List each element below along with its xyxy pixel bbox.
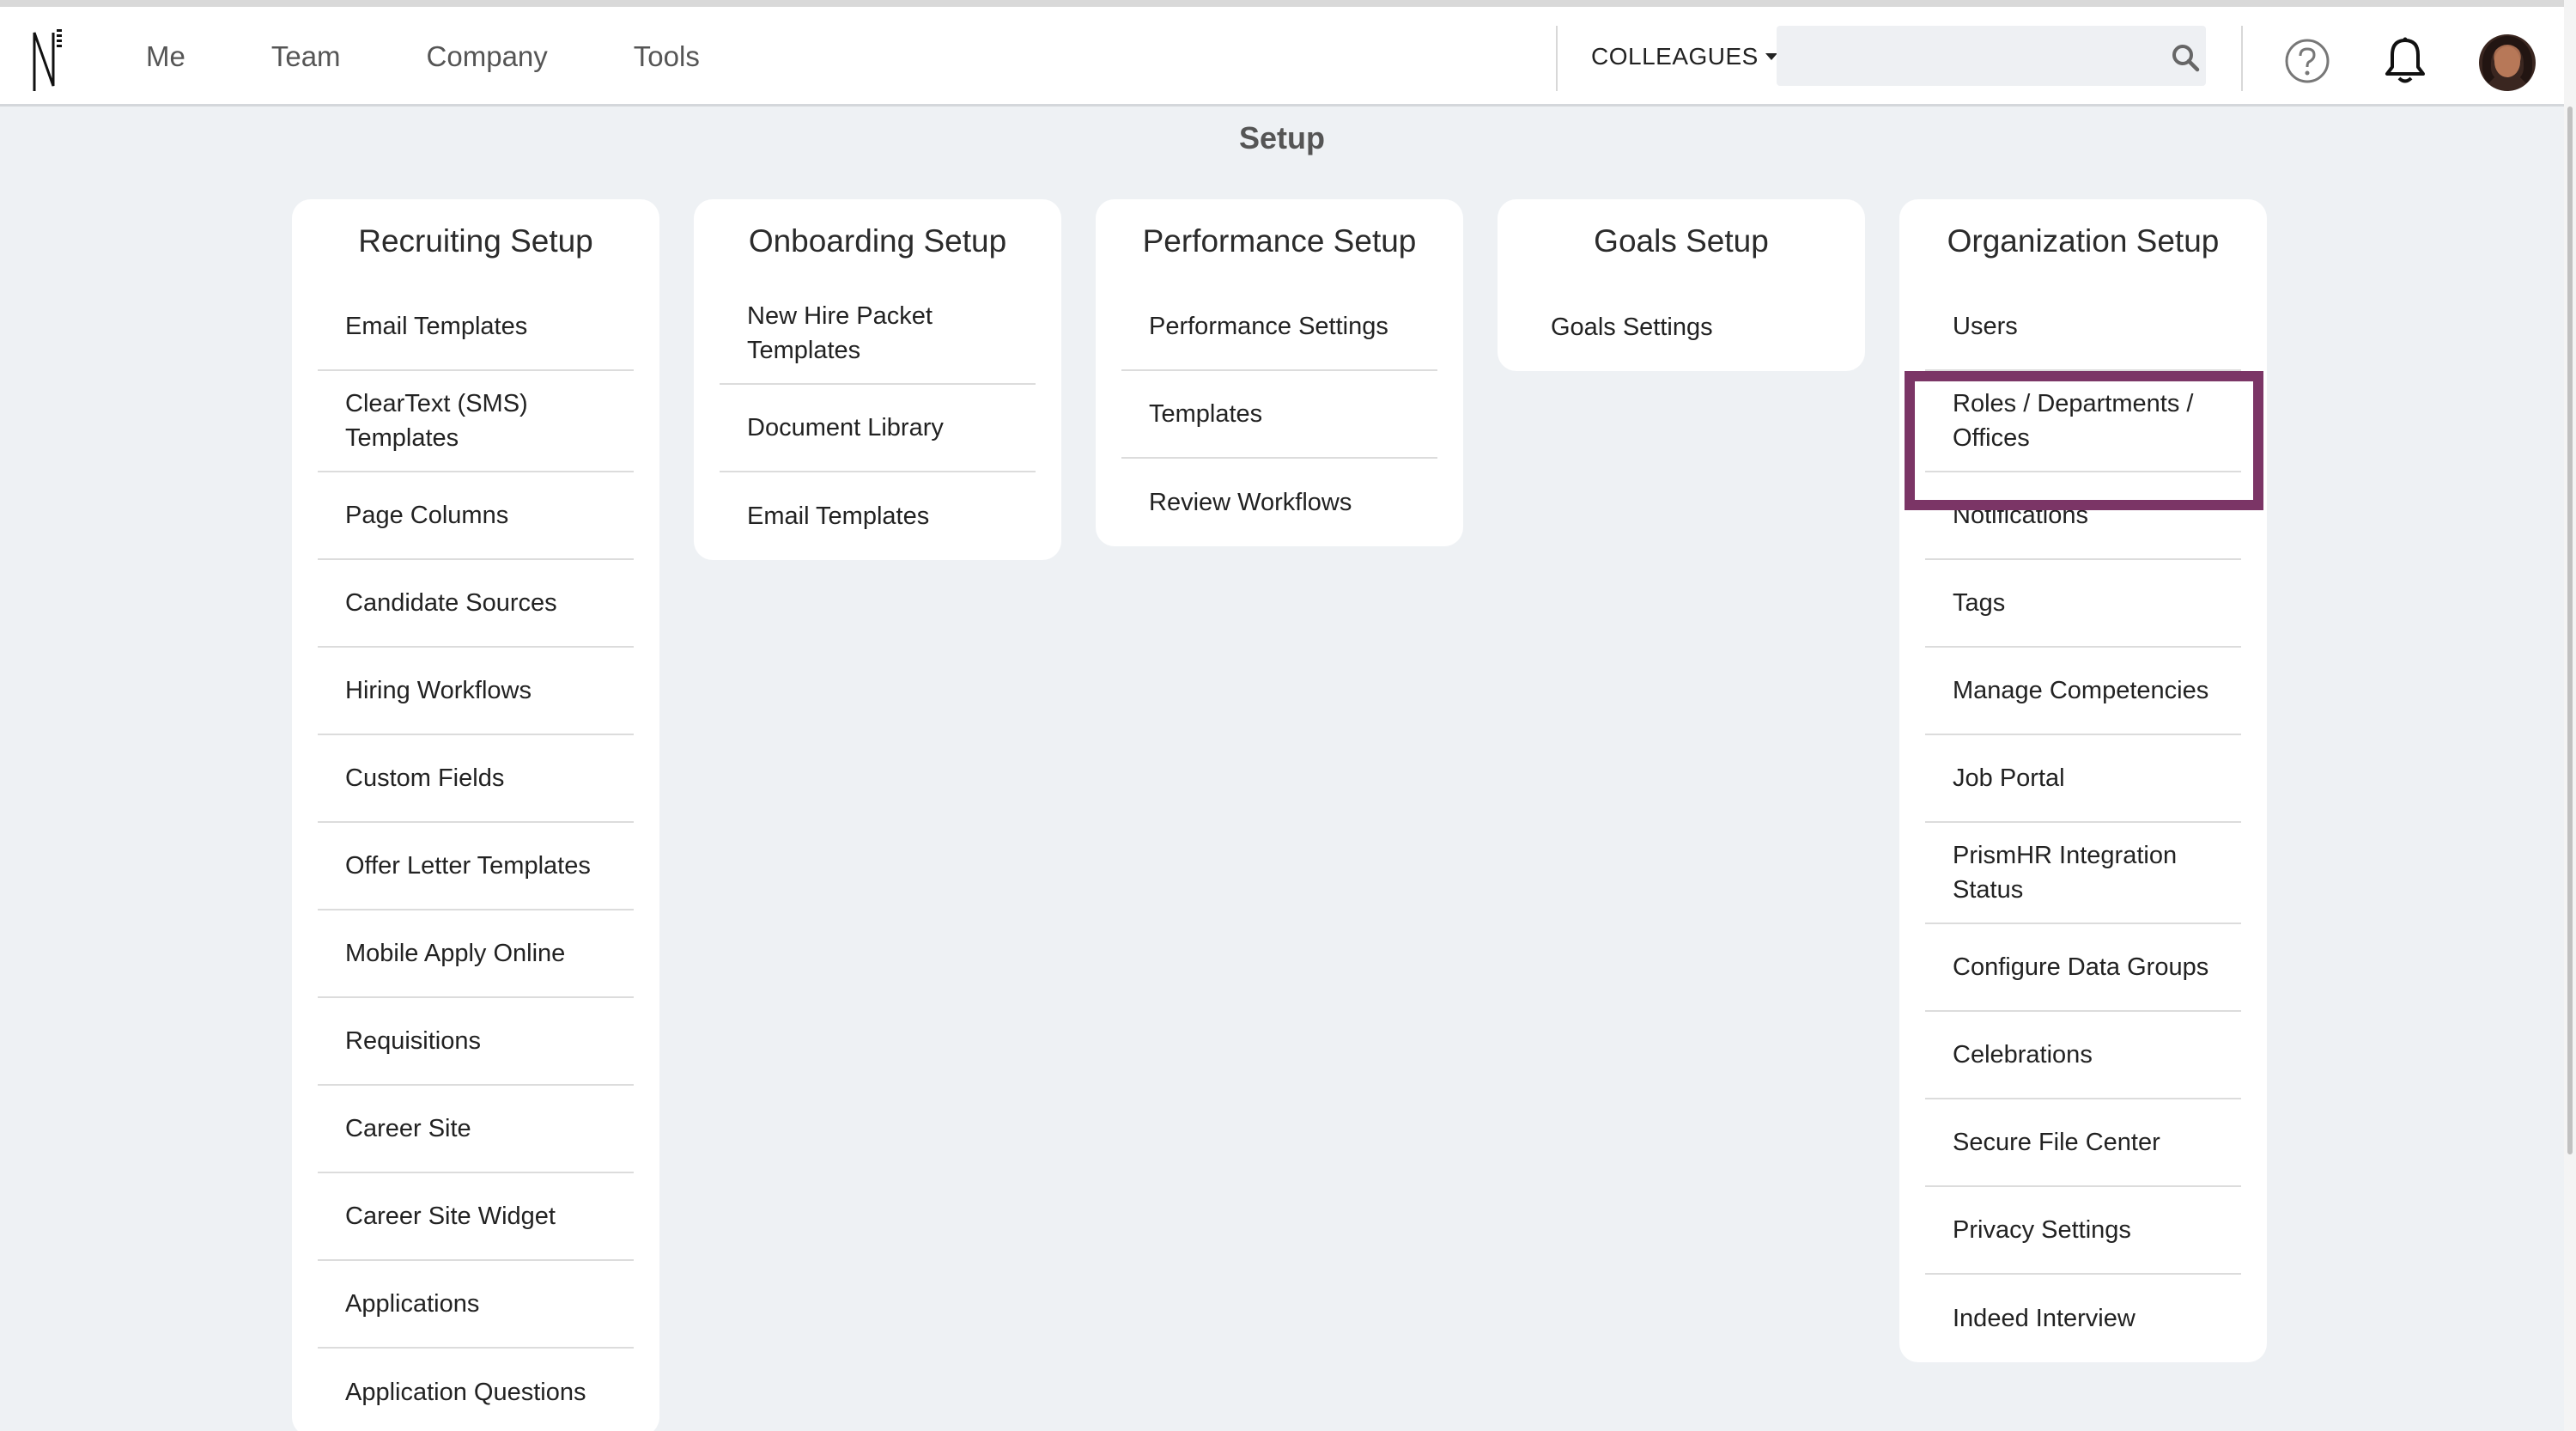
setup-link[interactable]: New Hire Packet Templates bbox=[720, 283, 1036, 385]
setup-link[interactable]: Email Templates bbox=[318, 283, 634, 371]
setup-link[interactable]: Secure File Center bbox=[1925, 1099, 2241, 1187]
card-performance-setup: Performance Setup Performance Settings T… bbox=[1096, 199, 1463, 546]
setup-link[interactable]: Privacy Settings bbox=[1925, 1187, 2241, 1275]
setup-link[interactable]: Application Questions bbox=[318, 1349, 634, 1431]
card-goals-setup: Goals Setup Goals Settings bbox=[1498, 199, 1865, 371]
setup-link[interactable]: ClearText (SMS) Templates bbox=[318, 371, 634, 472]
card-title: Recruiting Setup bbox=[358, 223, 593, 259]
setup-link[interactable]: Configure Data Groups bbox=[1925, 924, 2241, 1012]
setup-link[interactable]: Templates bbox=[1121, 371, 1437, 459]
help-icon[interactable] bbox=[2284, 38, 2330, 84]
nav-me[interactable]: Me bbox=[146, 40, 185, 73]
search-input[interactable] bbox=[1777, 26, 2206, 86]
search-icon[interactable] bbox=[2171, 43, 2200, 72]
setup-link[interactable]: Indeed Interview bbox=[1925, 1275, 2241, 1362]
setup-link[interactable]: Hiring Workflows bbox=[318, 648, 634, 735]
setup-link[interactable]: Users bbox=[1925, 283, 2241, 371]
card-item-list: New Hire Packet Templates Document Libra… bbox=[720, 283, 1036, 560]
card-recruiting-setup: Recruiting Setup Email Templates ClearTe… bbox=[292, 199, 659, 1431]
header-divider bbox=[1556, 26, 1558, 91]
setup-link[interactable]: Celebrations bbox=[1925, 1012, 2241, 1099]
header-divider-2 bbox=[2241, 26, 2243, 91]
card-title: Onboarding Setup bbox=[748, 223, 1007, 259]
logo-icon[interactable] bbox=[31, 26, 65, 93]
setup-link[interactable]: Page Columns bbox=[318, 472, 634, 560]
card-onboarding-setup: Onboarding Setup New Hire Packet Templat… bbox=[694, 199, 1061, 560]
nav-tools[interactable]: Tools bbox=[634, 40, 700, 73]
setup-link[interactable]: Goals Settings bbox=[1523, 283, 1839, 371]
setup-link[interactable]: Job Portal bbox=[1925, 735, 2241, 823]
caret-down-icon bbox=[1765, 53, 1777, 60]
setup-link[interactable]: Manage Competencies bbox=[1925, 648, 2241, 735]
setup-link[interactable]: Candidate Sources bbox=[318, 560, 634, 648]
card-title: Performance Setup bbox=[1142, 223, 1417, 259]
setup-link[interactable]: Career Site Widget bbox=[318, 1173, 634, 1261]
avatar[interactable] bbox=[2479, 34, 2536, 91]
setup-link[interactable]: Custom Fields bbox=[318, 735, 634, 823]
scrollbar-thumb[interactable] bbox=[2567, 107, 2573, 1154]
setup-link[interactable]: Email Templates bbox=[720, 472, 1036, 560]
nav-team[interactable]: Team bbox=[271, 40, 341, 73]
card-organization-setup: Organization Setup Users Roles / Departm… bbox=[1899, 199, 2267, 1362]
setup-link[interactable]: Tags bbox=[1925, 560, 2241, 648]
card-item-list: Goals Settings bbox=[1523, 283, 1839, 371]
colleagues-label: COLLEAGUES bbox=[1591, 43, 1759, 70]
top-header: Me Team Company Tools COLLEAGUES bbox=[0, 7, 2564, 107]
card-item-list: Users Roles / Departments / Offices Noti… bbox=[1925, 283, 2241, 1362]
setup-link[interactable]: Mobile Apply Online bbox=[318, 910, 634, 998]
top-border bbox=[0, 0, 2564, 7]
bell-icon[interactable] bbox=[2382, 36, 2428, 86]
setup-link[interactable]: Review Workflows bbox=[1121, 459, 1437, 546]
main-nav: Me Team Company Tools bbox=[146, 7, 786, 107]
colleagues-dropdown[interactable]: COLLEAGUES bbox=[1591, 7, 1777, 107]
setup-link[interactable]: Career Site bbox=[318, 1086, 634, 1173]
card-item-list: Performance Settings Templates Review Wo… bbox=[1121, 283, 1437, 546]
setup-link[interactable]: PrismHR Integration Status bbox=[1925, 823, 2241, 924]
setup-link[interactable]: Notifications bbox=[1925, 472, 2241, 560]
setup-link[interactable]: Applications bbox=[318, 1261, 634, 1349]
setup-link[interactable]: Requisitions bbox=[318, 998, 634, 1086]
setup-link[interactable]: Performance Settings bbox=[1121, 283, 1437, 371]
setup-link[interactable]: Roles / Departments / Offices bbox=[1925, 371, 2241, 472]
setup-link[interactable]: Offer Letter Templates bbox=[318, 823, 634, 910]
nav-company[interactable]: Company bbox=[427, 40, 548, 73]
card-item-list: Email Templates ClearText (SMS) Template… bbox=[318, 283, 634, 1431]
card-title: Goals Setup bbox=[1594, 223, 1769, 259]
page-title: Setup bbox=[1238, 120, 1325, 155]
setup-link[interactable]: Document Library bbox=[720, 385, 1036, 472]
card-title: Organization Setup bbox=[1947, 223, 2220, 259]
